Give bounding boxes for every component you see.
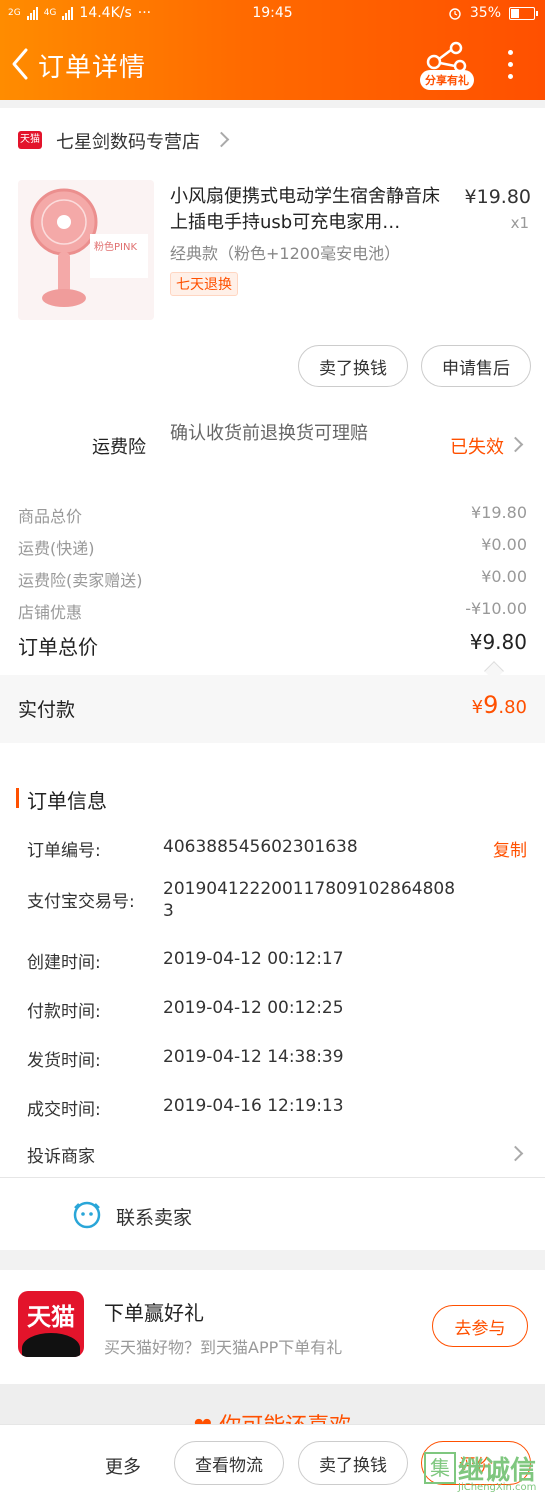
- share-icon: [426, 41, 467, 73]
- fee-label: 店铺优惠: [18, 603, 83, 622]
- alarm-icon: [449, 8, 461, 20]
- view-logistics-button[interactable]: 查看物流: [174, 1441, 284, 1485]
- paid-value: ¥9.80: [471, 691, 527, 719]
- product-title[interactable]: 小风扇便携式电动学生宿舍静音床上插电手持usb可充电家用…: [170, 184, 445, 236]
- watermark-sub: JiChengXin.com: [458, 1482, 537, 1493]
- fee-value: ¥0.00: [481, 567, 527, 586]
- shipped-time-value: 2019-04-12 14:38:39: [163, 1047, 344, 1067]
- share-button[interactable]: 分享有礼: [418, 40, 476, 92]
- order-info-title: 订单信息: [27, 789, 107, 813]
- share-label: 分享有礼: [420, 70, 474, 90]
- product-price: ¥19.80: [464, 186, 531, 208]
- product-sku: 经典款（粉色+1200毫安电池）: [170, 244, 401, 263]
- page-title: 订单详情: [38, 53, 147, 83]
- insurance-desc: 确认收货前退换货可理赔: [170, 423, 368, 444]
- completed-time-value: 2019-04-16 12:19:13: [163, 1096, 344, 1116]
- promo-subtitle: 买天猫好物？到天猫APP下单有礼: [104, 1338, 343, 1357]
- fee-value: ¥19.80: [471, 503, 527, 522]
- created-time-label: 创建时间:: [27, 953, 101, 973]
- fee-label: 商品总价: [18, 507, 83, 526]
- paid-time-value: 2019-04-12 00:12:25: [163, 998, 344, 1018]
- battery-icon: [509, 6, 538, 20]
- recommend-header: — ❤ 你可能还喜欢 —: [0, 1384, 545, 1424]
- complain-label: 投诉商家: [27, 1147, 95, 1167]
- insurance-label: 运费险: [92, 437, 146, 458]
- fee-value: -¥10.00: [465, 599, 527, 618]
- status-bar: 2G 4G 14.4K/s ··· 19:45 35%: [0, 0, 545, 28]
- completed-time-label: 成交时间:: [27, 1100, 101, 1120]
- shipped-time-label: 发货时间:: [27, 1051, 101, 1071]
- top-bar: 2G 4G 14.4K/s ··· 19:45 35% 订单详情 分享有礼: [0, 0, 545, 100]
- alipay-id-value: 2019041222001178091028648083: [163, 879, 456, 921]
- chevron-left-icon: [12, 48, 28, 80]
- alipay-id-label: 支付宝交易号:: [27, 892, 135, 912]
- tmall-badge: 天猫: [18, 131, 42, 149]
- sell-button-bottom[interactable]: 卖了换钱: [298, 1441, 408, 1485]
- more-actions-button[interactable]: 更多: [105, 1453, 141, 1479]
- watermark-box: 集: [424, 1452, 456, 1484]
- order-id-value: 406388545602301638: [163, 837, 358, 857]
- product-quantity: x1: [510, 214, 529, 232]
- contact-seller-button[interactable]: 联系卖家: [0, 1180, 545, 1250]
- tmall-logo-text: 天猫: [27, 1303, 75, 1331]
- fee-label: 运费险(卖家赠送): [18, 571, 143, 590]
- shop-name[interactable]: 七星剑数码专营店: [56, 128, 200, 154]
- sell-button[interactable]: 卖了换钱: [298, 345, 408, 387]
- recommend-title: — ❤ 你可能还喜欢 —: [0, 1408, 545, 1424]
- product-image-label: 粉色PINK: [94, 242, 138, 253]
- order-total-value: ¥9.80: [469, 630, 527, 654]
- insurance-status[interactable]: 已失效: [450, 433, 504, 459]
- paid-time-label: 付款时间:: [27, 1002, 101, 1022]
- copy-button[interactable]: 复制: [493, 836, 527, 861]
- fee-value: ¥0.00: [481, 535, 527, 554]
- created-time-value: 2019-04-12 00:12:17: [163, 949, 344, 969]
- order-id-label: 订单编号:: [27, 841, 101, 861]
- after-sale-button[interactable]: 申请售后: [421, 345, 531, 387]
- paid-amount-row: 实付款 ¥9.80: [0, 675, 545, 743]
- promo-title: 下单赢好礼: [104, 1301, 204, 1325]
- battery-percent: 35%: [469, 5, 501, 21]
- chevron-right-icon: [507, 1145, 524, 1162]
- paid-label: 实付款: [18, 699, 76, 721]
- chat-face-icon: [73, 1201, 101, 1229]
- join-promo-button[interactable]: 去参与: [432, 1305, 528, 1347]
- return-policy-tag: 七天退换: [170, 272, 238, 296]
- watermark-logo: 集 继诚信 JiChengXin.com: [424, 1450, 542, 1498]
- fee-label: 运费(快递): [18, 539, 95, 558]
- tmall-cat-icon: [22, 1333, 80, 1357]
- section-accent-bar: [16, 788, 19, 808]
- order-total-label: 订单总价: [18, 635, 98, 659]
- complain-merchant-row[interactable]: 投诉商家: [0, 1130, 545, 1178]
- more-menu-button[interactable]: [500, 46, 520, 82]
- contact-label: 联系卖家: [116, 1207, 193, 1229]
- back-button[interactable]: [8, 44, 34, 84]
- product-image[interactable]: 粉色PINK: [18, 180, 154, 320]
- tmall-logo: 天猫: [18, 1291, 84, 1357]
